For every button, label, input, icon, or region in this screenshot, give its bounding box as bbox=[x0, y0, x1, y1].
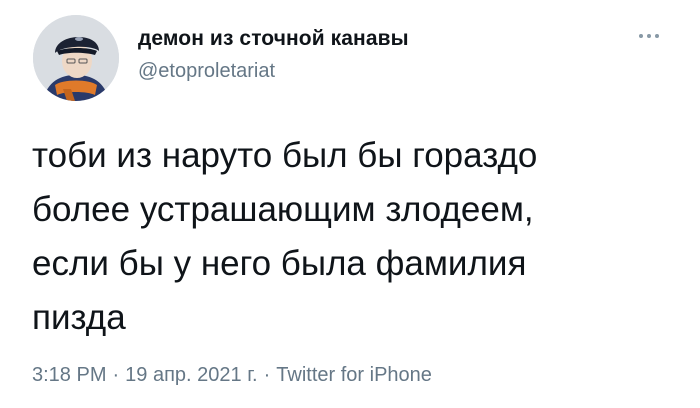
tweet-text-line: более устрашающим злодеем, bbox=[32, 190, 534, 229]
tweet-text-line: если бы у него была фамилия bbox=[32, 244, 527, 283]
tweet-text-line: тоби из наруто был бы гораздо bbox=[32, 136, 538, 175]
tweet-text: тоби из наруто был бы гораздо более устр… bbox=[32, 129, 672, 345]
tweet-timestamp-link[interactable]: 3:18 PM · 19 апр. 2021 г. bbox=[32, 364, 258, 386]
tweet-text-line: пизда bbox=[32, 298, 126, 337]
tweet-date: 19 апр. 2021 г. bbox=[125, 364, 258, 386]
meta-separator: · bbox=[263, 364, 271, 386]
author-display-name[interactable]: демон из сточной канавы bbox=[138, 27, 409, 51]
tweet-meta: 3:18 PM · 19 апр. 2021 г. · Twitter for iPho… bbox=[32, 364, 432, 387]
avatar-image bbox=[33, 15, 119, 101]
meta-separator: · bbox=[112, 364, 120, 386]
tweet-card: демон из сточной канавы @etoproletariat … bbox=[0, 0, 700, 408]
avatar[interactable] bbox=[33, 15, 119, 101]
more-options-button[interactable] bbox=[632, 26, 666, 46]
tweet-time: 3:18 PM bbox=[32, 364, 107, 386]
more-horizontal-icon bbox=[655, 34, 659, 38]
tweet-source-link[interactable]: Twitter for iPhone bbox=[276, 364, 432, 386]
more-horizontal-icon bbox=[639, 34, 643, 38]
author-handle[interactable]: @etoproletariat bbox=[138, 60, 275, 83]
more-horizontal-icon bbox=[647, 34, 651, 38]
